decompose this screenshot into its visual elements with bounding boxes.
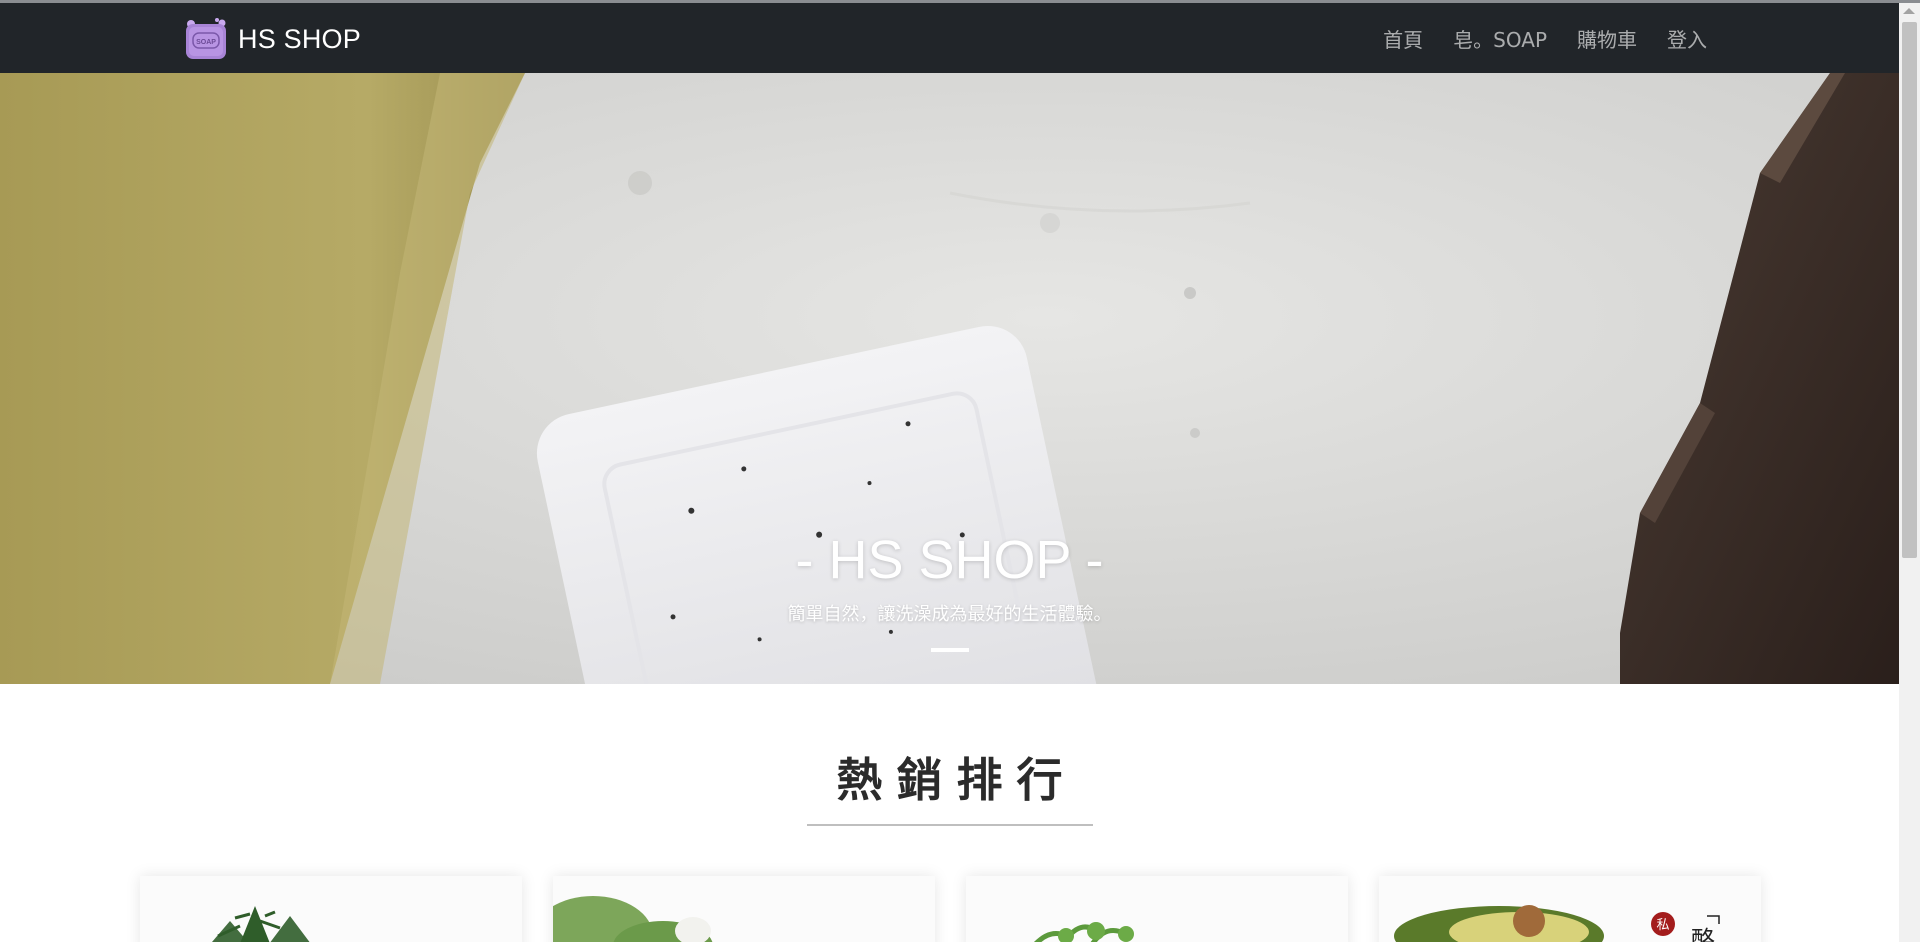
navbar: SOAP HS SHOP 首頁 皂。SOAP 購物車 登入 <box>0 3 1899 73</box>
hero-soap-image <box>0 73 1899 684</box>
nav-cart-link[interactable]: 購物車 <box>1577 24 1637 53</box>
section-title: 熱銷排行 <box>836 753 1077 807</box>
product-card-1[interactable] <box>140 876 522 942</box>
brand-name: HS SHOP <box>238 23 361 54</box>
scrollbar-thumb[interactable] <box>1902 22 1917 558</box>
product-card-3[interactable] <box>966 876 1348 942</box>
product-image-1 <box>212 906 310 942</box>
logo-text: SOAP <box>196 39 216 46</box>
product-card-2[interactable] <box>553 876 935 942</box>
product-card-4[interactable]: 私 酪 <box>1379 876 1761 942</box>
nav-login-link[interactable]: 登入 <box>1667 24 1707 53</box>
stamp-text: 私 <box>1656 918 1669 933</box>
nav-soap-link[interactable]: 皂。SOAP <box>1453 24 1547 53</box>
page: SOAP HS SHOP 首頁 皂。SOAP 購物車 登入 - HS SHOP … <box>0 0 1920 942</box>
hero-divider <box>931 648 969 652</box>
vertical-title-text: 酪 <box>1691 926 1715 942</box>
product-image-3 <box>1033 922 1134 942</box>
soap-logo-icon: SOAP <box>184 17 228 61</box>
section-divider <box>807 824 1093 826</box>
scroll-up-arrow-icon[interactable] <box>1903 8 1915 14</box>
product-image-2 <box>553 896 713 942</box>
nav-home-link[interactable]: 首頁 <box>1383 24 1423 53</box>
brand-link[interactable]: SOAP HS SHOP <box>184 17 361 61</box>
product-image-4: 私 酪 <box>1394 905 1720 942</box>
hero-banner: - HS SHOP - 簡單自然，讓洗澡成為最好的生活體驗。 <box>0 73 1899 684</box>
hero-subtitle: 簡單自然，讓洗澡成為最好的生活體驗。 <box>787 604 1112 625</box>
hero-title: - HS SHOP - <box>795 530 1104 590</box>
nav-menu: 首頁 皂。SOAP 購物車 登入 <box>1353 3 1707 73</box>
